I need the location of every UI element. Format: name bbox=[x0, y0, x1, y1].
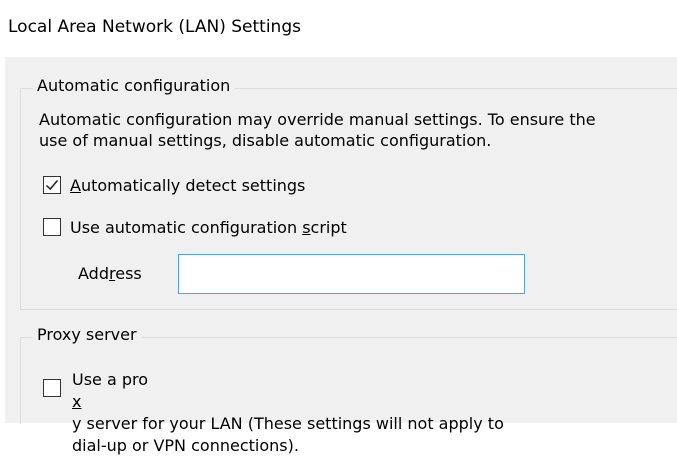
automatic-configuration-description: Automatic configuration may override man… bbox=[39, 109, 671, 151]
proxy-server-legend: Proxy server bbox=[33, 325, 142, 345]
access-key: x bbox=[72, 392, 82, 411]
auto-detect-checkbox[interactable] bbox=[43, 176, 61, 194]
access-key: s bbox=[302, 218, 311, 237]
automatic-configuration-legend: Automatic configuration bbox=[33, 76, 236, 96]
access-key: A bbox=[70, 176, 81, 195]
description-line-1: Automatic configuration may override man… bbox=[39, 110, 596, 129]
use-proxy-label-line-2: dial-up or VPN connections). bbox=[72, 436, 299, 455]
description-line-2: use of manual settings, disable automati… bbox=[39, 131, 492, 150]
address-input[interactable] bbox=[178, 254, 525, 294]
use-proxy-label-line-1: Use a pro x y server for your LAN (These s… bbox=[72, 370, 504, 433]
address-label: Address bbox=[78, 264, 142, 283]
auto-detect-label[interactable]: Automatically detect settings bbox=[70, 176, 305, 196]
dialog-title: Local Area Network (LAN) Settings bbox=[8, 17, 301, 37]
use-proxy-label[interactable]: Use a pro x y server for your LAN (These s… bbox=[72, 369, 672, 457]
checkmark-icon bbox=[45, 180, 59, 191]
use-proxy-checkbox[interactable] bbox=[43, 379, 61, 397]
use-script-checkbox[interactable] bbox=[43, 218, 61, 236]
use-script-label[interactable]: Use automatic configuration script bbox=[70, 218, 347, 238]
